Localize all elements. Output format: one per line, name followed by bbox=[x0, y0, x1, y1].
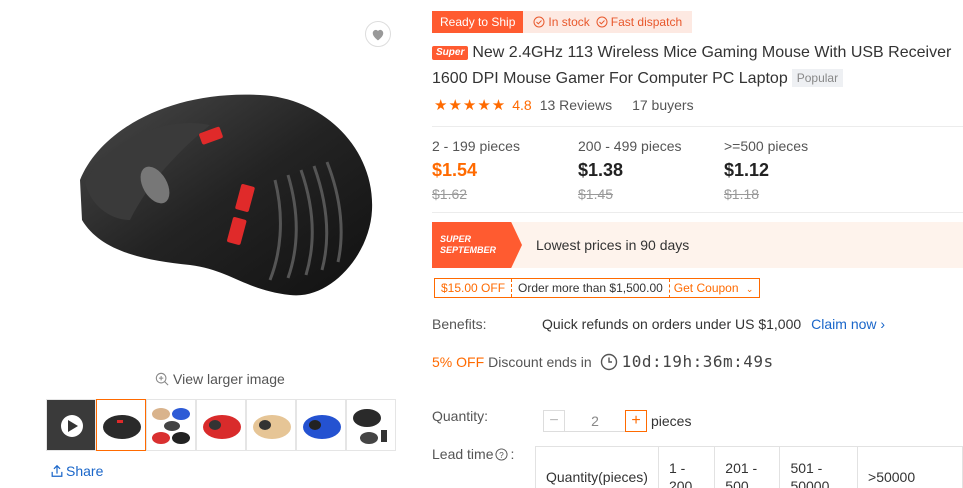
tier-old-price: $1.18 bbox=[724, 186, 760, 202]
product-title-text: New 2.4GHz 113 Wireless Mice Gaming Mous… bbox=[432, 44, 952, 87]
benefits-value: Quick refunds on orders under US $1,000 bbox=[542, 316, 802, 332]
tier-price: $1.38 bbox=[578, 160, 624, 180]
lead-time-col: 201 - 500 bbox=[714, 446, 781, 488]
benefits-row: Benefits: Quick refunds on orders under … bbox=[432, 316, 885, 332]
share-link[interactable]: Share bbox=[50, 463, 103, 479]
tier-range: 2 - 199 pieces bbox=[432, 138, 520, 154]
help-icon[interactable]: ? bbox=[495, 447, 509, 461]
clock-icon bbox=[600, 353, 617, 370]
divider bbox=[432, 126, 963, 127]
table-row: Quantity(pieces) 1 - 200 201 - 500 501 -… bbox=[535, 446, 963, 488]
chevron-right-icon: › bbox=[880, 316, 886, 332]
tier-range: >=500 pieces bbox=[724, 138, 809, 154]
popular-tag: Popular bbox=[791, 69, 844, 87]
divider bbox=[432, 212, 963, 213]
price-tier: 200 - 499 pieces $1.38 $1.45 bbox=[578, 138, 724, 202]
thumbnail-mouse-with-receiver[interactable] bbox=[346, 399, 396, 451]
coupon-amount: $15.00 OFF bbox=[435, 279, 513, 297]
wireless-mouse-image bbox=[80, 94, 373, 296]
lead-time-col: 501 - 50000 bbox=[779, 446, 859, 488]
coupon: $15.00 OFF Order more than $1,500.00 Get… bbox=[434, 278, 761, 298]
thumbnail-strip bbox=[46, 399, 396, 451]
tier-old-price: $1.45 bbox=[578, 186, 614, 202]
super-september-logo: SUPER SEPTEMBER bbox=[432, 222, 522, 268]
share-label: Share bbox=[66, 463, 104, 479]
thumbnail-black-mouse[interactable] bbox=[96, 399, 146, 451]
lead-time-label: Lead time bbox=[432, 446, 494, 462]
quantity-unit: pieces bbox=[651, 413, 692, 429]
fast-dispatch-label: Fast dispatch bbox=[610, 15, 683, 29]
view-larger-image-link[interactable]: View larger image bbox=[155, 371, 285, 387]
super-september-banner: SUPER SEPTEMBER Lowest prices in 90 days bbox=[432, 222, 963, 268]
favorite-button[interactable] bbox=[365, 21, 391, 47]
star-rating-icon: ★★★★★ bbox=[434, 97, 507, 114]
buyers-count: 17 buyers bbox=[632, 97, 694, 113]
svg-text:?: ? bbox=[500, 449, 505, 459]
price-tier: >=500 pieces $1.12 $1.18 bbox=[724, 138, 870, 202]
product-main-image[interactable] bbox=[60, 70, 390, 310]
get-coupon-label: Get Coupon bbox=[673, 280, 739, 295]
lead-time-header: Quantity(pieces) bbox=[535, 446, 659, 488]
mouse-thumb-icon bbox=[203, 415, 241, 439]
mouse-thumb-icon bbox=[253, 415, 291, 439]
heart-icon bbox=[372, 29, 384, 40]
in-stock-label: In stock bbox=[548, 15, 590, 29]
logo-line-1: SUPER bbox=[440, 234, 472, 244]
discount-row: 5% OFF Discount ends in 10d:19h:36m:49s bbox=[432, 352, 774, 371]
rating-row: ★★★★★ 4.8 13 Reviews 17 buyers bbox=[434, 96, 694, 114]
lead-time-table: Quantity(pieces) 1 - 200 201 - 500 501 -… bbox=[535, 446, 963, 488]
quantity-label: Quantity: bbox=[432, 408, 489, 424]
tier-range: 200 - 499 pieces bbox=[578, 138, 682, 154]
zoom-in-icon bbox=[155, 372, 169, 386]
thumbnail-gold-mouse[interactable] bbox=[246, 399, 296, 451]
play-icon bbox=[61, 415, 83, 437]
countdown-timer: 10d:19h:36m:49s bbox=[621, 352, 774, 371]
check-circle-icon bbox=[533, 16, 545, 28]
lead-time-col: >50000 bbox=[857, 446, 963, 488]
lead-time-col: 1 - 200 bbox=[657, 446, 716, 488]
mice-group-icon bbox=[152, 408, 190, 444]
coupon-condition: Order more than $1,500.00 bbox=[518, 281, 663, 295]
discount-percent: 5% OFF bbox=[432, 353, 485, 370]
stock-badge: In stock Fast dispatch bbox=[523, 11, 693, 33]
claim-now-label: Claim now bbox=[811, 316, 877, 332]
quantity-stepper: − + pieces bbox=[543, 410, 691, 432]
tier-price: $1.54 bbox=[432, 160, 478, 180]
increment-button[interactable]: + bbox=[625, 410, 647, 432]
benefits-label: Benefits: bbox=[432, 316, 487, 332]
view-larger-label: View larger image bbox=[173, 371, 285, 387]
tier-price: $1.12 bbox=[724, 160, 770, 180]
status-badges: Ready to Ship In stock Fast dispatch bbox=[432, 11, 693, 33]
reviews-link[interactable]: 13 Reviews bbox=[540, 97, 612, 113]
tier-old-price: $1.62 bbox=[432, 186, 468, 202]
quantity-input[interactable] bbox=[565, 410, 625, 432]
mouse-thumb-icon bbox=[103, 415, 141, 439]
rating-value: 4.8 bbox=[512, 97, 532, 113]
mouse-thumb-icon bbox=[353, 409, 387, 444]
logo-line-2: SEPTEMBER bbox=[440, 245, 497, 255]
product-title: Super New 2.4GHz 113 Wireless Mice Gaming… bbox=[432, 40, 957, 92]
lead-time-label-row: Lead time ? : bbox=[432, 446, 515, 462]
decrement-button[interactable]: − bbox=[543, 410, 565, 432]
price-tiers: 2 - 199 pieces $1.54 $1.62 200 - 499 pie… bbox=[432, 138, 870, 202]
claim-now-link[interactable]: Claim now › bbox=[811, 316, 885, 332]
thumbnail-red-mouse[interactable] bbox=[196, 399, 246, 451]
thumbnail-assorted-mice[interactable] bbox=[146, 399, 196, 451]
promo-text: Lowest prices in 90 days bbox=[536, 237, 690, 253]
super-tag: Super bbox=[432, 46, 469, 60]
ready-to-ship-badge: Ready to Ship bbox=[432, 11, 524, 33]
get-coupon-button[interactable]: Get Coupon ⌄ bbox=[668, 278, 760, 298]
thumbnail-blue-mouse[interactable] bbox=[296, 399, 346, 451]
check-circle-icon bbox=[596, 16, 608, 28]
discount-text: Discount ends in bbox=[488, 353, 592, 370]
mouse-thumb-icon bbox=[303, 415, 341, 439]
share-icon bbox=[51, 464, 63, 477]
chevron-down-icon: ⌄ bbox=[745, 283, 754, 294]
thumbnail-video[interactable] bbox=[46, 399, 96, 451]
price-tier: 2 - 199 pieces $1.54 $1.62 bbox=[432, 138, 578, 202]
